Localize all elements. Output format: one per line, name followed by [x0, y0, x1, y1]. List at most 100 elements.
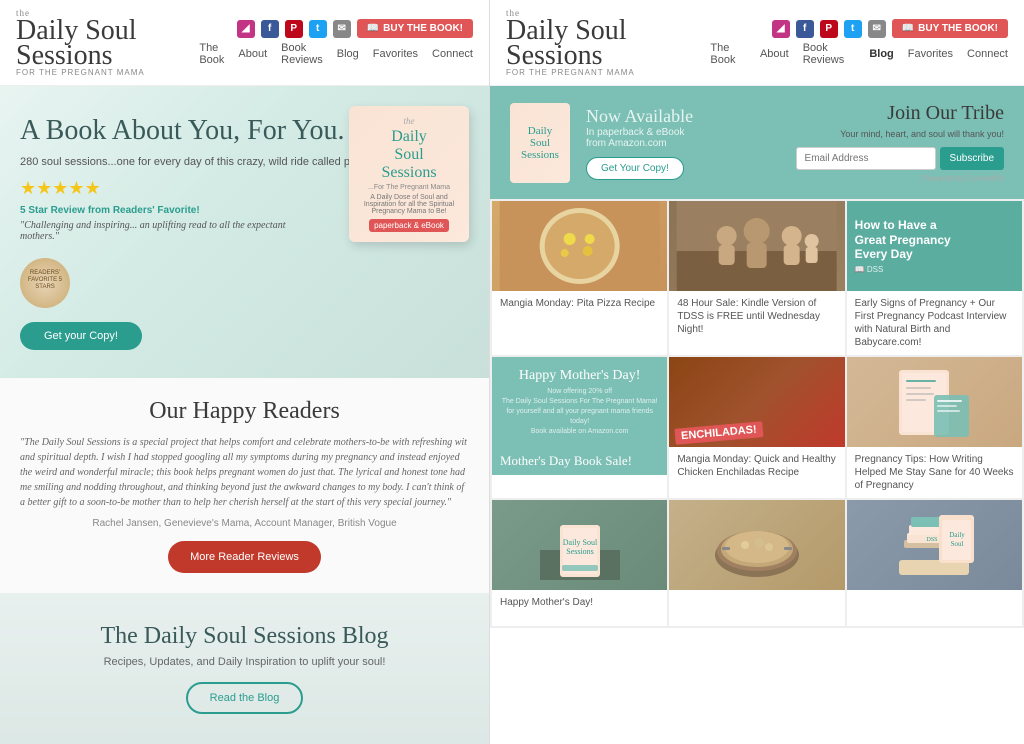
enchilada-label: ENCHILADAS!	[675, 422, 764, 446]
email-input[interactable]	[796, 147, 936, 170]
review-quote: "Challenging and inspiring... an uplifti…	[20, 220, 300, 242]
right-logo-subtitle: FOR THE PREGNANT MAMA	[506, 68, 635, 77]
blog-card-2[interactable]: 48 Hour Sale: Kindle Version of TDSS is …	[669, 201, 844, 355]
buy-book-button[interactable]: 📖 BUY THE BOOK!	[357, 19, 473, 38]
newsletter-desc: In paperback & eBookfrom Amazon.com	[586, 127, 780, 149]
book-cover: the DailySoulSessions ...For The Pregnan…	[349, 106, 469, 242]
book-title: DailySoulSessions	[359, 128, 459, 181]
svg-text:Sessions: Sessions	[566, 547, 594, 556]
blog-card-6-caption: Pregnancy Tips: How Writing Helped Me St…	[847, 447, 1022, 498]
blog-promo-title: The Daily Soul Sessions Blog	[20, 623, 469, 650]
newsletter-available: Now Available	[586, 106, 780, 127]
right-nav: The Book About Book Reviews Blog Favorit…	[710, 42, 1008, 66]
blog-grid: Mangia Monday: Pita Pizza Recipe	[490, 199, 1024, 628]
svg-text:DSS: DSS	[927, 537, 938, 543]
convertkit-text: Powered by ConvertKit	[922, 174, 1004, 183]
logo: the Daily Soul Sessions FOR THE PREGNANT…	[16, 8, 199, 77]
hero-section: A Book About You, For You. 280 soul sess…	[0, 86, 489, 378]
right-nav-connect[interactable]: Connect	[967, 48, 1008, 60]
blog-card-4-caption: Mother's Day Book Sale!	[492, 447, 667, 475]
nav: The Book About Book Reviews Blog Favorit…	[199, 42, 473, 66]
get-copy-button[interactable]: Get Your Copy!	[586, 157, 684, 180]
logo-subtitle: FOR THE PREGNANT MAMA	[16, 68, 145, 77]
newsletter-banner: DailySoulSessions Now Available In paper…	[490, 86, 1024, 199]
join-tribe-title: Join Our Tribe	[887, 102, 1004, 125]
twitter-icon[interactable]: t	[309, 20, 327, 38]
blog-card-1-image	[492, 201, 667, 291]
right-instagram-icon[interactable]: ◢	[772, 20, 790, 38]
book-icon: 📖	[367, 23, 379, 34]
blog-card-3[interactable]: How to Have aGreat PregnancyEvery Day 📖 …	[847, 201, 1022, 355]
blog-card-8-image	[669, 500, 844, 590]
subscribe-button[interactable]: Subscribe	[940, 147, 1004, 170]
readers-attribution: Rachel Jansen, Genevieve's Mama, Account…	[20, 518, 469, 529]
right-panel: the Daily Soul Sessions FOR THE PREGNANT…	[490, 0, 1024, 744]
right-facebook-icon[interactable]: f	[796, 20, 814, 38]
blog-card-9-caption	[847, 590, 1022, 626]
header-top-row: ◢ f P t ✉ 📖 BUY THE BOOK!	[237, 19, 473, 38]
blog-card-7-image: Daily Soul Sessions	[492, 500, 667, 590]
nav-blog[interactable]: Blog	[337, 48, 359, 60]
right-nav-the-book[interactable]: The Book	[710, 42, 746, 66]
blog-card-4-image: Happy Mother's Day! Now offering 20% off…	[492, 357, 667, 447]
right-email-icon[interactable]: ✉	[868, 20, 886, 38]
instagram-icon[interactable]: ◢	[237, 20, 255, 38]
blog-card-6[interactable]: Pregnancy Tips: How Writing Helped Me St…	[847, 357, 1022, 498]
right-nav-about[interactable]: About	[760, 48, 789, 60]
newsletter-book-img: DailySoulSessions	[510, 103, 570, 183]
email-icon[interactable]: ✉	[333, 20, 351, 38]
right-nav-book-reviews[interactable]: Book Reviews	[803, 42, 856, 66]
nav-book-reviews[interactable]: Book Reviews	[281, 42, 323, 66]
blog-card-5-caption: Mangia Monday: Quick and Healthy Chicken…	[669, 447, 844, 485]
blog-card-1[interactable]: Mangia Monday: Pita Pizza Recipe	[492, 201, 667, 355]
nav-favorites[interactable]: Favorites	[373, 48, 418, 60]
right-buy-book-button[interactable]: 📖 BUY THE BOOK!	[892, 19, 1008, 38]
right-pinterest-icon[interactable]: P	[820, 20, 838, 38]
right-logo: the Daily Soul Sessions FOR THE PREGNANT…	[506, 8, 710, 77]
blog-card-5[interactable]: ENCHILADAS! Mangia Monday: Quick and Hea…	[669, 357, 844, 498]
nav-about[interactable]: About	[238, 48, 267, 60]
award-area: READERS' FAVORITE 5 STARS	[20, 250, 469, 308]
left-panel: the Daily Soul Sessions FOR THE PREGNANT…	[0, 0, 490, 744]
blog-card-5-image: ENCHILADAS!	[669, 357, 844, 447]
blog-card-8-caption	[669, 590, 844, 626]
blog-card-3-title: How to Have aGreat PregnancyEvery Day	[855, 218, 1014, 261]
blog-card-4[interactable]: Happy Mother's Day! Now offering 20% off…	[492, 357, 667, 498]
blog-card-9-image: DSS Daily Soul	[847, 500, 1022, 590]
blog-card-7[interactable]: Daily Soul Sessions Happy Mother's Day!	[492, 500, 667, 626]
award-badge: READERS' FAVORITE 5 STARS	[20, 258, 70, 308]
facebook-icon[interactable]: f	[261, 20, 279, 38]
blog-card-1-caption: Mangia Monday: Pita Pizza Recipe	[492, 291, 667, 327]
more-reviews-button[interactable]: More Reader Reviews	[168, 541, 321, 573]
blog-card-9[interactable]: DSS Daily Soul	[847, 500, 1022, 626]
svg-text:Soul: Soul	[951, 540, 964, 548]
newsletter-text: Now Available In paperback & eBookfrom A…	[586, 106, 780, 180]
readers-quote: "The Daily Soul Sessions is a special pr…	[20, 435, 469, 510]
readers-title: Our Happy Readers	[20, 398, 469, 425]
blog-card-2-caption: 48 Hour Sale: Kindle Version of TDSS is …	[669, 291, 844, 342]
blog-card-8[interactable]	[669, 500, 844, 626]
nav-the-book[interactable]: The Book	[199, 42, 224, 66]
blog-card-3-sub: 📖 DSS	[855, 265, 1014, 274]
nav-connect[interactable]: Connect	[432, 48, 473, 60]
mothers-day-sub: Now offering 20% offThe Daily Soul Sessi…	[500, 387, 659, 436]
pinterest-icon[interactable]: P	[285, 20, 303, 38]
right-book-icon: 📖	[902, 23, 914, 34]
readers-section: Our Happy Readers "The Daily Soul Sessio…	[0, 378, 489, 593]
read-blog-button[interactable]: Read the Blog	[186, 682, 304, 714]
right-header-right: ◢ f P t ✉ 📖 BUY THE BOOK! The Book About…	[710, 19, 1008, 66]
right-nav-blog[interactable]: Blog	[869, 48, 893, 60]
svg-text:Daily Soul: Daily Soul	[562, 538, 597, 547]
book-pre: the	[359, 116, 459, 126]
right-logo-title: Daily Soul Sessions	[506, 18, 710, 68]
blog-promo-section: The Daily Soul Sessions Blog Recipes, Up…	[0, 593, 489, 744]
hero-cta-button[interactable]: Get your Copy!	[20, 322, 142, 350]
right-social-icons: ◢ f P t ✉	[772, 20, 886, 38]
book-format-badge: paperback & eBook	[369, 219, 449, 232]
email-row: Subscribe	[796, 147, 1004, 170]
right-twitter-icon[interactable]: t	[844, 20, 862, 38]
blog-card-7-caption: Happy Mother's Day!	[492, 590, 667, 626]
right-nav-favorites[interactable]: Favorites	[908, 48, 953, 60]
book-subtitle-text: ...For The Pregnant Mama	[359, 184, 459, 191]
book-desc: A Daily Dose of Soul and Inspiration for…	[359, 194, 459, 215]
